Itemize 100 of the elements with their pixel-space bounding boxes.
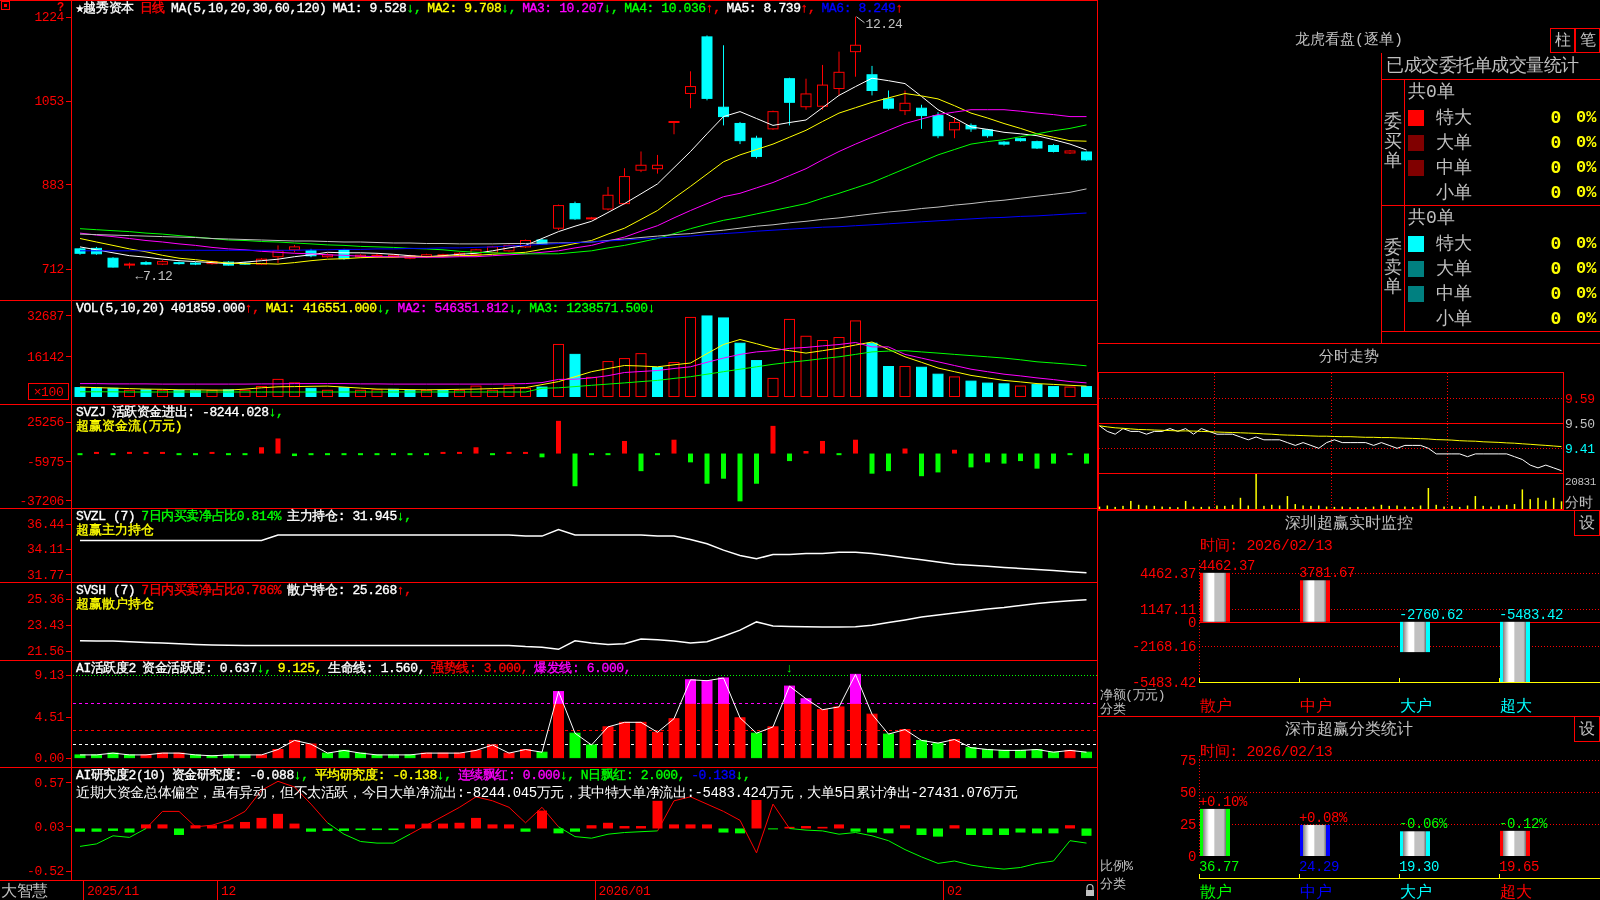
indicator-text: 资金研究度: -0.088↓, (171, 769, 309, 783)
axis-label: 4462.37 (1140, 565, 1196, 582)
axis-label: 0.00 (34, 751, 64, 767)
change-label: +0.10% (1199, 793, 1247, 810)
date-label: 2026/01 (598, 884, 651, 899)
axis-title: 比例% (1100, 859, 1133, 874)
order-percent: 0% (1576, 156, 1598, 179)
order-percent: 0% (1576, 181, 1598, 204)
bar-value-label: -2760.62 (1399, 606, 1463, 623)
axis-label: 0.57 (34, 775, 64, 791)
y-axis-title: ×100 (33, 385, 64, 400)
indicator-text: 活跃资金进出: -8244.028↓, (111, 406, 284, 420)
axis-label: 75 (1180, 752, 1196, 769)
category-label: 中户 (1300, 884, 1332, 900)
unit-label: ×100 (28, 383, 69, 400)
order-count: 0 (1549, 282, 1563, 305)
order-total: 共0单 (1408, 208, 1455, 228)
order-size-label: 特大 (1436, 106, 1473, 129)
axis-label: 712 (41, 262, 64, 278)
order-count: 0 (1549, 307, 1563, 330)
price-annotation: 12.24 (865, 16, 903, 32)
indicator-text: SVZL (7) (76, 510, 136, 524)
indicator-text: 散户持仓: 25.268↑, (287, 584, 412, 598)
indicator-text: 7日内买卖净占比0.786% (141, 584, 282, 598)
axis-label: 9.59 (1565, 391, 1595, 407)
order-size-label: 大单 (1436, 131, 1473, 154)
indicator-text: MA5: 8.739↑, (726, 2, 816, 16)
order-size-label: 特大 (1436, 232, 1473, 255)
order-percent: 0% (1576, 232, 1598, 255)
category-label: 大户 (1400, 884, 1432, 900)
axis-label: 25.36 (27, 592, 64, 607)
bar-value-label: 24.29 (1299, 859, 1339, 875)
axis-label: 25 (1180, 817, 1196, 833)
indicator-text: SVSH (7) (76, 584, 136, 598)
indicator-text: 爆发线: 6.000, (534, 662, 632, 676)
axis-label: 9.41 (1565, 442, 1595, 458)
order-count: 0 (1549, 106, 1563, 129)
indicator-text: 9.125, (277, 662, 323, 676)
indicator-text: MA1: 416551.000↓, (265, 302, 392, 316)
axis-label: -37206 (19, 493, 64, 509)
axis-label: 1053 (34, 94, 64, 110)
indicator-text: MA2: 546351.812↓, (397, 302, 524, 316)
axis-label: 883 (41, 177, 64, 193)
order-count: 0 (1549, 257, 1563, 280)
section-title: 分时走势 (1319, 349, 1379, 366)
change-label: -0.06% (1399, 816, 1447, 833)
indicator-text: -0.138↓, (691, 769, 751, 783)
indicator-text: MA6: 8.249↑ (821, 2, 903, 16)
bar-value-label: 4462.37 (1199, 557, 1255, 574)
category-label: 中户 (1300, 698, 1332, 716)
category-label: 超大 (1500, 698, 1532, 716)
date-label: 2025/11 (87, 884, 139, 899)
indicator-text: AI研究度2(10) (76, 769, 166, 783)
date-label: 02 (947, 884, 962, 899)
brand-label: 大智慧 (1, 883, 48, 900)
indicator-text: AI活跃度2 (76, 662, 136, 676)
indicator-text: 日线 (139, 2, 166, 16)
category-label: 超大 (1500, 884, 1532, 900)
axis-label: -5975 (27, 454, 64, 470)
indicator-text: 生命线: 1.560, (328, 662, 426, 676)
order-count: 0 (1549, 156, 1563, 179)
order-size-label: 小单 (1436, 181, 1473, 204)
indicator-text: MA3: 1238571.500↓ (529, 302, 656, 316)
section-title: 深市超赢分类统计 (1284, 719, 1414, 740)
order-count: 0 (1549, 131, 1563, 154)
order-count: 0 (1549, 232, 1563, 255)
axis-label: 36.44 (27, 517, 64, 533)
indicator-caption: 超赢主力持仓 (76, 524, 154, 538)
indicator-text: VOL(5,10,20) (76, 302, 165, 316)
axis-label: 50 (1180, 785, 1196, 801)
section-title: 深圳超赢实时监控 (1284, 514, 1414, 534)
bar-value-label: -5483.42 (1499, 606, 1563, 623)
axis-label: 23.43 (27, 618, 64, 634)
axis-label: 25256 (27, 415, 64, 431)
indicator-text: MA3: 10.207↓, (522, 2, 619, 16)
volume-caption: 分时 (1565, 495, 1593, 510)
axis-title: 净额(万元) (1100, 688, 1166, 703)
axis-label: 9.50 (1565, 417, 1595, 432)
bar-value-label: 19.65 (1499, 859, 1539, 875)
order-percent: 0% (1576, 282, 1598, 305)
axis-label: 0 (1188, 849, 1196, 865)
group-label: 委买单 (1384, 112, 1402, 173)
order-size-label: 中单 (1436, 282, 1473, 305)
axis-label: 0 (1188, 614, 1196, 631)
table-title: 已成交委托单成交量统计 (1382, 53, 1600, 80)
axis-label: 32687 (27, 309, 64, 324)
order-percent: 0% (1576, 131, 1598, 154)
timestamp: 时间: 2026/02/13 (1200, 744, 1333, 761)
change-label: +0.08% (1299, 809, 1347, 826)
axis-label: 16142 (27, 350, 64, 365)
bar-value-label: 3781.67 (1299, 565, 1355, 582)
axis-label: -2168.16 (1132, 638, 1196, 655)
axis-label: 1224 (34, 10, 64, 26)
order-size-label: 小单 (1436, 307, 1473, 330)
indicator-text: MA4: 10.036↑, (624, 2, 721, 16)
order-count: 0 (1549, 181, 1563, 204)
indicator-text: 强势线: 3.000, (431, 662, 529, 676)
indicator-text: MA1: 9.528↓, (332, 2, 422, 16)
date-label: 12 (221, 884, 236, 899)
axis-label: 0.03 (34, 819, 64, 835)
